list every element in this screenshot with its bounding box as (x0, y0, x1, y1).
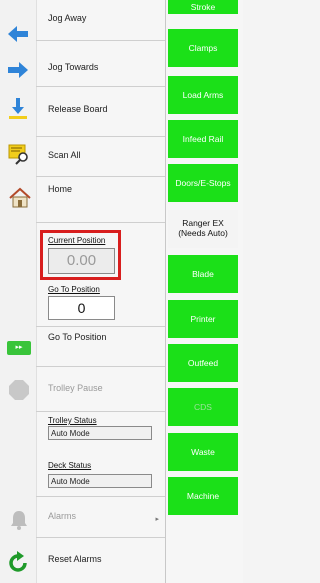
ranger-ex-line2: (Needs Auto) (178, 228, 228, 238)
go-to-position-label: Go To Position (48, 285, 100, 294)
infeed-rail-button[interactable]: Infeed Rail (168, 120, 238, 158)
jog-towards-label: Jog Towards (48, 62, 99, 72)
icon-column (0, 0, 37, 583)
current-position-label: Current Position (48, 236, 106, 245)
alarms-menu[interactable]: Alarms ▸ (36, 497, 165, 538)
release-board-label: Release Board (48, 104, 108, 114)
deck-status-value: Auto Mode (48, 474, 152, 488)
chevron-right-icon: ▸ (155, 516, 159, 523)
arrow-left-icon (8, 26, 28, 42)
trolley-pause-label: Trolley Pause (48, 383, 103, 393)
release-board-icon (9, 98, 27, 119)
home-label: Home (48, 184, 73, 194)
go-to-position-icon: ▸▸ (7, 341, 31, 355)
go-to-position-input[interactable]: 0 (48, 296, 115, 320)
ranger-ex-button[interactable]: Ranger EX (Needs Auto) (168, 210, 238, 248)
scan-all-label: Scan All (48, 150, 81, 160)
trolley-status-value: Auto Mode (48, 426, 152, 440)
jog-away-button[interactable]: Jog Away (36, 0, 165, 41)
blade-button[interactable]: Blade (168, 255, 238, 293)
outfeed-button[interactable]: Outfeed (168, 344, 238, 382)
stop-octagon-icon (9, 380, 29, 400)
reset-alarms-button[interactable]: Reset Alarms (36, 537, 165, 583)
arrow-right-icon (8, 62, 28, 78)
deck-status-label: Deck Status (48, 461, 92, 470)
current-position-display: 0.00 (48, 248, 115, 274)
clamps-button[interactable]: Clamps (168, 29, 238, 67)
waste-button[interactable]: Waste (168, 433, 238, 471)
printer-button[interactable]: Printer (168, 300, 238, 338)
reset-alarms-label: Reset Alarms (48, 554, 102, 564)
cds-button[interactable]: CDS (168, 388, 238, 426)
go-to-position-button-label: Go To Position (48, 332, 107, 342)
reset-icon (9, 551, 27, 572)
jog-away-label: Jog Away (48, 13, 87, 23)
home-icon (9, 187, 31, 208)
machine-button[interactable]: Machine (168, 477, 238, 515)
bell-icon (11, 511, 27, 530)
go-to-position-button[interactable]: Go To Position (36, 327, 165, 367)
trolley-status-label: Trolley Status (48, 416, 97, 425)
stroke-button[interactable]: Stroke (168, 0, 238, 14)
scan-icon (8, 144, 28, 165)
load-arms-button[interactable]: Load Arms (168, 76, 238, 114)
home-button[interactable]: Home (36, 176, 165, 223)
release-board-button[interactable]: Release Board (36, 86, 165, 137)
alarms-label: Alarms (48, 511, 77, 521)
trolley-pause-button[interactable]: Trolley Pause (36, 367, 165, 412)
scan-all-button[interactable]: Scan All (36, 136, 165, 177)
jog-towards-button[interactable]: Jog Towards (36, 40, 165, 87)
ranger-ex-line1: Ranger EX (182, 218, 224, 229)
doors-estops-button[interactable]: Doors/E-Stops (168, 164, 238, 202)
